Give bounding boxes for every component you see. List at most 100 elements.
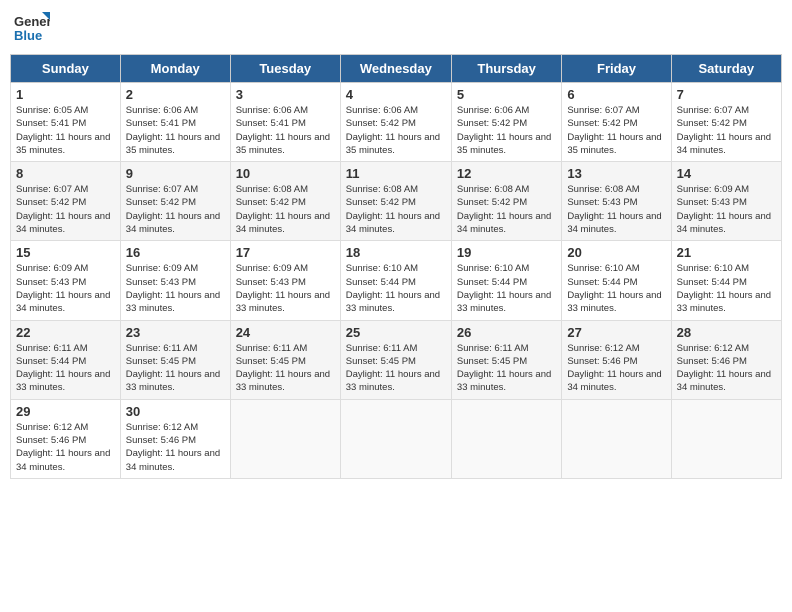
day-number: 26 [457, 325, 556, 340]
day-info: Sunrise: 6:07 AM Sunset: 5:42 PM Dayligh… [677, 104, 776, 157]
calendar-cell: 24 Sunrise: 6:11 AM Sunset: 5:45 PM Dayl… [230, 320, 340, 399]
calendar-cell [230, 399, 340, 478]
header: General Blue [10, 10, 782, 46]
daylight-label: Daylight: 11 hours and 33 minutes. [457, 369, 551, 393]
day-number: 13 [567, 166, 665, 181]
day-number: 1 [16, 87, 115, 102]
sunrise-label: Sunrise: 6:08 AM [346, 184, 418, 195]
sunrise-label: Sunrise: 6:08 AM [457, 184, 529, 195]
sunrise-label: Sunrise: 6:11 AM [126, 343, 198, 354]
day-info: Sunrise: 6:12 AM Sunset: 5:46 PM Dayligh… [126, 421, 225, 474]
calendar-cell: 2 Sunrise: 6:06 AM Sunset: 5:41 PM Dayli… [120, 83, 230, 162]
day-number: 7 [677, 87, 776, 102]
calendar-week-4: 22 Sunrise: 6:11 AM Sunset: 5:44 PM Dayl… [11, 320, 782, 399]
day-number: 16 [126, 245, 225, 260]
sunrise-label: Sunrise: 6:07 AM [16, 184, 88, 195]
sunrise-label: Sunrise: 6:10 AM [567, 263, 639, 274]
sunset-label: Sunset: 5:44 PM [677, 277, 747, 288]
daylight-label: Daylight: 11 hours and 33 minutes. [346, 290, 440, 314]
sunset-label: Sunset: 5:45 PM [126, 356, 196, 367]
calendar-header-tuesday: Tuesday [230, 55, 340, 83]
day-number: 20 [567, 245, 665, 260]
day-info: Sunrise: 6:06 AM Sunset: 5:42 PM Dayligh… [457, 104, 556, 157]
sunrise-label: Sunrise: 6:11 AM [457, 343, 529, 354]
sunset-label: Sunset: 5:46 PM [567, 356, 637, 367]
day-info: Sunrise: 6:11 AM Sunset: 5:45 PM Dayligh… [346, 342, 446, 395]
sunrise-label: Sunrise: 6:07 AM [567, 105, 639, 116]
day-number: 10 [236, 166, 335, 181]
calendar-cell: 6 Sunrise: 6:07 AM Sunset: 5:42 PM Dayli… [562, 83, 671, 162]
day-number: 23 [126, 325, 225, 340]
day-number: 19 [457, 245, 556, 260]
day-number: 30 [126, 404, 225, 419]
sunset-label: Sunset: 5:44 PM [16, 356, 86, 367]
daylight-label: Daylight: 11 hours and 35 minutes. [16, 132, 110, 156]
calendar-cell: 7 Sunrise: 6:07 AM Sunset: 5:42 PM Dayli… [671, 83, 781, 162]
day-info: Sunrise: 6:06 AM Sunset: 5:41 PM Dayligh… [236, 104, 335, 157]
calendar-cell [451, 399, 561, 478]
sunset-label: Sunset: 5:44 PM [567, 277, 637, 288]
sunset-label: Sunset: 5:42 PM [457, 197, 527, 208]
calendar-cell [340, 399, 451, 478]
calendar-cell: 12 Sunrise: 6:08 AM Sunset: 5:42 PM Dayl… [451, 162, 561, 241]
sunset-label: Sunset: 5:44 PM [457, 277, 527, 288]
day-number: 9 [126, 166, 225, 181]
sunset-label: Sunset: 5:45 PM [346, 356, 416, 367]
sunset-label: Sunset: 5:41 PM [236, 118, 306, 129]
sunset-label: Sunset: 5:41 PM [16, 118, 86, 129]
calendar-cell: 21 Sunrise: 6:10 AM Sunset: 5:44 PM Dayl… [671, 241, 781, 320]
calendar-week-2: 8 Sunrise: 6:07 AM Sunset: 5:42 PM Dayli… [11, 162, 782, 241]
calendar-cell: 9 Sunrise: 6:07 AM Sunset: 5:42 PM Dayli… [120, 162, 230, 241]
sunrise-label: Sunrise: 6:05 AM [16, 105, 88, 116]
sunset-label: Sunset: 5:46 PM [677, 356, 747, 367]
day-info: Sunrise: 6:06 AM Sunset: 5:42 PM Dayligh… [346, 104, 446, 157]
calendar-cell: 14 Sunrise: 6:09 AM Sunset: 5:43 PM Dayl… [671, 162, 781, 241]
sunrise-label: Sunrise: 6:06 AM [126, 105, 198, 116]
day-number: 15 [16, 245, 115, 260]
day-number: 24 [236, 325, 335, 340]
calendar-table: SundayMondayTuesdayWednesdayThursdayFrid… [10, 54, 782, 479]
daylight-label: Daylight: 11 hours and 34 minutes. [16, 290, 110, 314]
daylight-label: Daylight: 11 hours and 33 minutes. [567, 290, 661, 314]
sunrise-label: Sunrise: 6:07 AM [126, 184, 198, 195]
sunrise-label: Sunrise: 6:09 AM [126, 263, 198, 274]
day-info: Sunrise: 6:10 AM Sunset: 5:44 PM Dayligh… [346, 262, 446, 315]
day-number: 8 [16, 166, 115, 181]
daylight-label: Daylight: 11 hours and 35 minutes. [567, 132, 661, 156]
sunrise-label: Sunrise: 6:11 AM [236, 343, 308, 354]
day-info: Sunrise: 6:08 AM Sunset: 5:42 PM Dayligh… [236, 183, 335, 236]
sunset-label: Sunset: 5:42 PM [346, 197, 416, 208]
daylight-label: Daylight: 11 hours and 34 minutes. [677, 211, 771, 235]
sunrise-label: Sunrise: 6:12 AM [677, 343, 749, 354]
sunset-label: Sunset: 5:43 PM [126, 277, 196, 288]
daylight-label: Daylight: 11 hours and 35 minutes. [457, 132, 551, 156]
daylight-label: Daylight: 11 hours and 33 minutes. [126, 290, 220, 314]
calendar-cell: 18 Sunrise: 6:10 AM Sunset: 5:44 PM Dayl… [340, 241, 451, 320]
calendar-header-wednesday: Wednesday [340, 55, 451, 83]
sunrise-label: Sunrise: 6:06 AM [236, 105, 308, 116]
daylight-label: Daylight: 11 hours and 35 minutes. [346, 132, 440, 156]
daylight-label: Daylight: 11 hours and 34 minutes. [16, 448, 110, 472]
day-number: 12 [457, 166, 556, 181]
daylight-label: Daylight: 11 hours and 35 minutes. [126, 132, 220, 156]
day-number: 21 [677, 245, 776, 260]
calendar-header-row: SundayMondayTuesdayWednesdayThursdayFrid… [11, 55, 782, 83]
calendar-week-5: 29 Sunrise: 6:12 AM Sunset: 5:46 PM Dayl… [11, 399, 782, 478]
sunrise-label: Sunrise: 6:11 AM [346, 343, 418, 354]
sunset-label: Sunset: 5:46 PM [126, 435, 196, 446]
day-number: 5 [457, 87, 556, 102]
sunrise-label: Sunrise: 6:07 AM [677, 105, 749, 116]
sunrise-label: Sunrise: 6:10 AM [677, 263, 749, 274]
daylight-label: Daylight: 11 hours and 33 minutes. [346, 369, 440, 393]
daylight-label: Daylight: 11 hours and 35 minutes. [236, 132, 330, 156]
day-number: 3 [236, 87, 335, 102]
calendar-cell: 29 Sunrise: 6:12 AM Sunset: 5:46 PM Dayl… [11, 399, 121, 478]
day-info: Sunrise: 6:09 AM Sunset: 5:43 PM Dayligh… [236, 262, 335, 315]
daylight-label: Daylight: 11 hours and 33 minutes. [236, 369, 330, 393]
day-info: Sunrise: 6:10 AM Sunset: 5:44 PM Dayligh… [457, 262, 556, 315]
day-number: 29 [16, 404, 115, 419]
daylight-label: Daylight: 11 hours and 33 minutes. [16, 369, 110, 393]
day-number: 2 [126, 87, 225, 102]
day-number: 11 [346, 166, 446, 181]
calendar-cell: 5 Sunrise: 6:06 AM Sunset: 5:42 PM Dayli… [451, 83, 561, 162]
